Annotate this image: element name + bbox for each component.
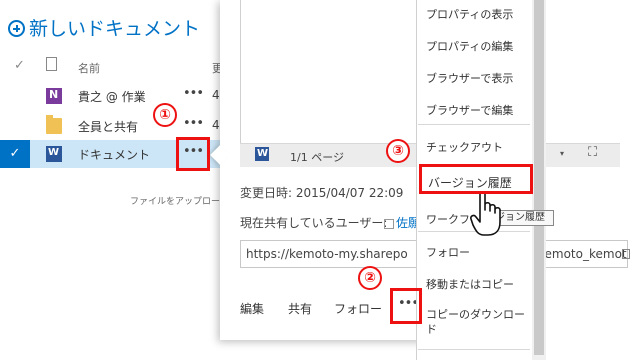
- hand-pointer-cursor-icon: [470, 190, 501, 236]
- menu-item-edit-in-browser[interactable]: ブラウザーで編集: [426, 102, 513, 118]
- menu-separator: [418, 349, 530, 350]
- menu-item-edit-properties[interactable]: プロパティの編集: [426, 38, 513, 54]
- menu-item-view-properties[interactable]: プロパティの表示: [426, 6, 513, 22]
- menu-separator: [418, 124, 530, 125]
- copy-link-icon[interactable]: [622, 249, 630, 259]
- document-url-text: https://kemoto-my.sharepo: [246, 247, 408, 261]
- shared-user-status-icon: [384, 219, 394, 229]
- menu-item-follow[interactable]: フォロー: [426, 244, 470, 260]
- highlight-box-callout-more: [390, 288, 422, 324]
- menu-item-workflow[interactable]: ワークフ: [426, 211, 470, 227]
- modified-date: 変更日時: 2015/04/07 22:09: [240, 186, 404, 200]
- list-item[interactable]: 全員と共有 ••• 4: [0, 112, 220, 140]
- preview-toolbar-right: [546, 143, 620, 167]
- menu-item-view-in-browser[interactable]: ブラウザーで表示: [426, 70, 513, 86]
- document-url-text-end: kemoto_kemot: [538, 247, 627, 261]
- item-modified-cut: 4: [212, 118, 220, 132]
- word-document-icon: [46, 146, 62, 162]
- select-all-check-icon[interactable]: ✓: [14, 58, 25, 73]
- file-type-header-icon: [46, 57, 57, 71]
- highlight-box-version-history: [419, 164, 533, 194]
- follow-action[interactable]: フォロー: [334, 300, 382, 317]
- menu-item-move-or-copy[interactable]: 移動またはコピー: [426, 276, 514, 292]
- highlight-box-more-options: [176, 137, 210, 171]
- step-marker-1: ①: [153, 103, 177, 127]
- selected-check-icon[interactable]: ✓: [0, 140, 30, 168]
- menu-item-checkout[interactable]: チェックアウト: [426, 139, 503, 155]
- more-options-button[interactable]: •••: [183, 86, 204, 101]
- onenote-notebook-icon: [46, 88, 62, 104]
- item-modified-cut: 4: [212, 88, 220, 102]
- step-marker-3: ③: [386, 139, 410, 163]
- new-document-label: 新しいドキュメント: [29, 18, 201, 40]
- item-name[interactable]: ドキュメント: [78, 146, 150, 163]
- expand-icon[interactable]: ⛶: [588, 145, 597, 160]
- menu-scrollbar-thumb[interactable]: [534, 0, 544, 355]
- plus-circle-icon: [8, 20, 25, 37]
- word-icon: [255, 147, 269, 161]
- item-name[interactable]: 全員と共有: [78, 118, 138, 135]
- callout-right-area: [546, 0, 640, 360]
- share-action[interactable]: 共有: [288, 300, 312, 317]
- step-marker-2: ②: [358, 266, 382, 290]
- upload-hint: ファイルをアップロー: [130, 197, 221, 207]
- chevron-down-icon[interactable]: ▾: [560, 149, 564, 158]
- column-header-name[interactable]: 名前: [78, 60, 100, 76]
- item-name[interactable]: 貴之 @ 作業: [78, 88, 146, 105]
- more-options-button[interactable]: •••: [183, 116, 204, 131]
- list-item[interactable]: 貴之 @ 作業 ••• 4: [0, 82, 220, 110]
- edit-action[interactable]: 編集: [240, 300, 264, 317]
- menu-item-download-copy[interactable]: コピーのダウンロード: [426, 307, 530, 337]
- folder-icon: [46, 115, 62, 134]
- preview-page-count: 1/1 ページ: [290, 151, 344, 164]
- shared-with-label: 現在共有しているユーザー:: [240, 216, 388, 230]
- new-document-button[interactable]: 新しいドキュメント: [8, 14, 200, 41]
